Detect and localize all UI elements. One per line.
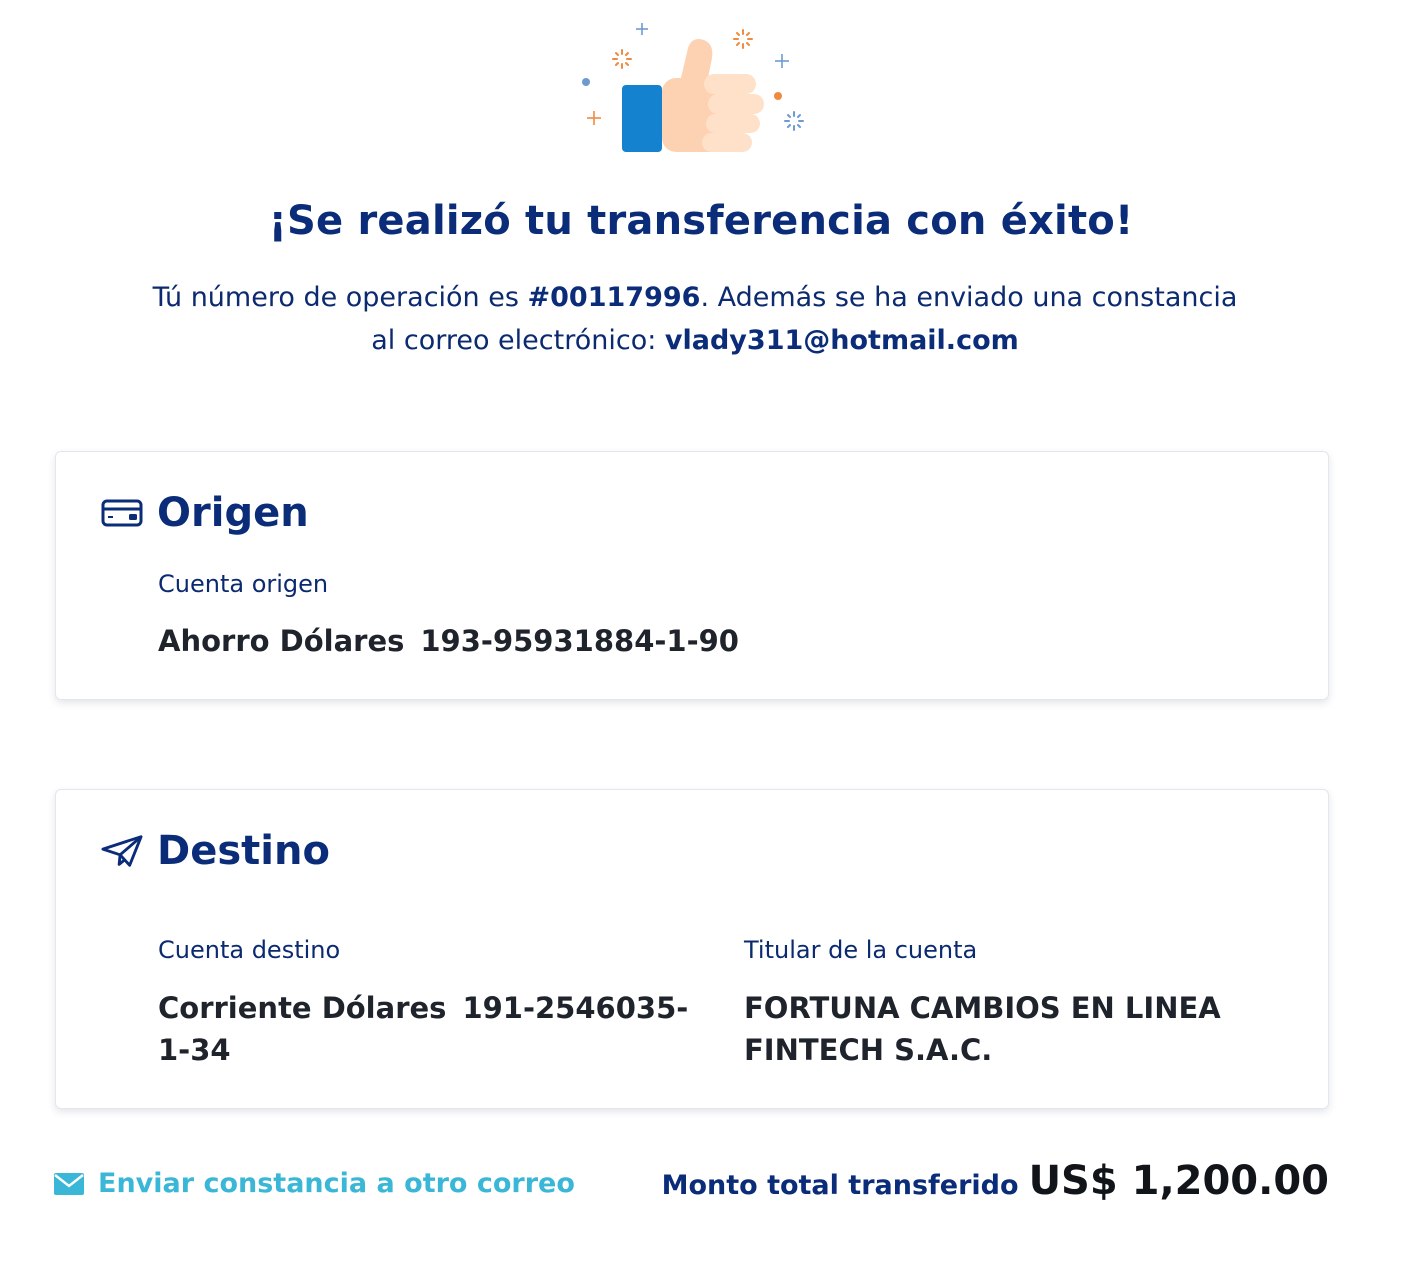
destination-account-value: Corriente Dólares 191-2546035-1-34 xyxy=(158,987,698,1071)
credit-card-icon xyxy=(101,492,143,534)
destination-card: Destino Cuenta destino Corriente Dólares… xyxy=(55,789,1329,1109)
destination-header: Destino xyxy=(101,828,330,874)
origin-account-value: Ahorro Dólares 193-95931884-1-90 xyxy=(158,620,739,662)
send-receipt-label: Enviar constancia a otro correo xyxy=(98,1168,575,1199)
envelope-icon xyxy=(54,1172,84,1196)
origin-card: Origen Cuenta origen Ahorro Dólares 193-9… xyxy=(55,451,1329,700)
origin-header: Origen xyxy=(101,490,309,536)
destination-account-label: Cuenta destino xyxy=(158,936,341,964)
destination-account-type: Corriente Dólares xyxy=(158,991,447,1025)
total-transferred: Monto total transferido US$ 1,200.00 xyxy=(662,1158,1329,1204)
total-amount: US$ 1,200.00 xyxy=(1028,1158,1329,1204)
origin-account-number: 193-95931884-1-90 xyxy=(420,624,739,658)
operation-number: #00117996 xyxy=(527,282,701,313)
origin-title: Origen xyxy=(157,490,309,536)
success-message: Tú número de operación es #00117996. Ade… xyxy=(140,276,1250,362)
origin-account-type: Ahorro Dólares xyxy=(158,624,405,658)
recipient-email: vlady311@hotmail.com xyxy=(664,325,1019,356)
message-prefix: Tú número de operación es xyxy=(152,282,528,313)
paper-plane-icon xyxy=(101,830,143,872)
send-receipt-link[interactable]: Enviar constancia a otro correo xyxy=(54,1168,575,1199)
account-holder-name: FORTUNA CAMBIOS EN LINEA FINTECH S.A.C. xyxy=(744,991,1221,1067)
total-label: Monto total transferido xyxy=(661,1170,1019,1201)
destination-title: Destino xyxy=(157,828,330,874)
account-holder-label: Titular de la cuenta xyxy=(744,936,978,964)
origin-account-label: Cuenta origen xyxy=(158,570,329,598)
thumbs-up-illustration xyxy=(576,16,816,166)
success-title: ¡Se realizó tu transferencia con éxito! xyxy=(268,198,1134,244)
